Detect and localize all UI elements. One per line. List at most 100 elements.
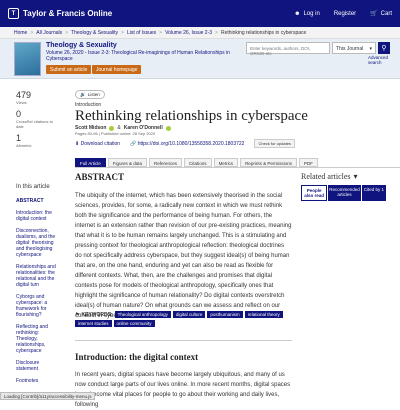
journal-homepage-button[interactable]: Journal homepage [92, 65, 142, 74]
keyword-tag[interactable]: internet studies [75, 320, 112, 327]
views-label: Views [16, 100, 27, 105]
breadcrumb-home[interactable]: Home [14, 30, 27, 36]
tab-figures[interactable]: Figures & data [107, 158, 148, 167]
keyword-tag[interactable]: posthumanism [207, 311, 243, 318]
article-metrics: 479 Views 0 CrossRef citations to date 1… [16, 90, 56, 152]
tag-icon: ⚑ [75, 311, 80, 318]
related-heading: Related articles ▾ [301, 172, 386, 181]
breadcrumb-separator: > [159, 29, 163, 36]
citation-row: ⬇ Download citation 🔗 https://doi.org/10… [75, 139, 295, 148]
download-citation-label: Download citation [80, 140, 121, 147]
chevron-down-icon: ▾ [369, 46, 372, 52]
toc-item[interactable]: Reflecting and rethinking: Theology, rel… [16, 324, 60, 354]
tab-full-article[interactable]: Full Article [75, 158, 106, 167]
tab-recommended[interactable]: Recommended articles [328, 185, 361, 201]
brand-mark-icon: T [8, 8, 19, 19]
search-scope-select[interactable]: This Journal ▾ [332, 42, 376, 54]
keyword-tag[interactable]: Theological anthropology [114, 311, 171, 318]
journal-cover-image[interactable] [14, 42, 41, 76]
tab-people-also-read[interactable]: People also read [301, 185, 328, 201]
crossref-count: 0 [16, 109, 22, 119]
breadcrumb-issues[interactable]: List of Issues [127, 30, 156, 36]
chevron-down-icon[interactable]: ▾ [354, 172, 358, 181]
search-input[interactable]: Enter keywords, authors, DOI, ORCID etc [246, 42, 330, 56]
breadcrumb: Home > All Journals > Theology & Sexuality… [0, 27, 400, 39]
article-body: ABSTRACT The ubiquity of the internet, w… [75, 172, 292, 321]
toc-title: In this article [16, 184, 50, 190]
submit-article-button[interactable]: Submit an article [46, 65, 92, 74]
views-count: 479 [16, 90, 32, 100]
search-scope-value: This Journal [336, 46, 364, 52]
listen-label: Listen [87, 92, 100, 97]
login-link[interactable]: ☻ Log in [294, 11, 320, 17]
download-citation-link[interactable]: ⬇ Download citation [75, 141, 120, 147]
browser-status-bar: Loading [Contrib]/a11y/accessibility-men… [0, 392, 96, 400]
keywords-label: KEYWORDS: [81, 311, 113, 318]
top-actions: ☻ Log in Register 🛒 Cart [294, 10, 392, 18]
doi-link[interactable]: 🔗 https://doi.org/10.1080/13558358.2020.… [130, 141, 244, 147]
cart-icon: 🛒 [370, 11, 378, 17]
tab-cited-by[interactable]: Cited by 1 [361, 185, 387, 201]
tab-reprints[interactable]: Reprints & Permissions [240, 158, 297, 167]
abstract-heading: ABSTRACT [75, 172, 125, 182]
advanced-search-link[interactable]: Advanced search [368, 55, 400, 65]
toc-item[interactable]: Disconnection, dualisms, and the digital… [16, 228, 60, 258]
cart-label: Cart [380, 10, 392, 17]
breadcrumb-journal[interactable]: Theology & Sexuality [71, 30, 118, 36]
breadcrumb-volume[interactable]: Volume 26, Issue 2-3 [165, 30, 212, 36]
toc-item[interactable]: Introduction: the digital context [16, 210, 60, 222]
breadcrumb-separator: > [121, 29, 124, 36]
tab-metrics[interactable]: Metrics [213, 158, 239, 167]
abstract-text: The ubiquity of the internet, which has … [75, 193, 292, 319]
keywords: ⚑ KEYWORDS: Theological anthropology dig… [75, 311, 292, 327]
tab-references[interactable]: References [149, 158, 183, 167]
tab-pdf[interactable]: PDF [298, 158, 318, 167]
cart-link[interactable]: 🛒 Cart [370, 10, 392, 18]
login-label: Log in [303, 10, 320, 17]
search-icon: ⚲ [381, 45, 387, 52]
search-button[interactable]: ⚲ [378, 42, 390, 54]
related-articles: Related articles ▾ People also read Reco… [301, 172, 387, 201]
breadcrumb-all-journals[interactable]: All Journals [36, 30, 62, 36]
related-heading-label: Related articles [301, 172, 351, 181]
keyword-tag[interactable]: digital culture [172, 311, 206, 318]
article-title: Rethinking relationships in cyberspace [75, 108, 308, 124]
toc-item[interactable]: Footnotes [16, 378, 60, 384]
toc-item[interactable]: Disclosure statement [16, 360, 60, 372]
toc-item[interactable]: Relationships and relationalities: the r… [16, 264, 60, 288]
tab-citations[interactable]: Citations [184, 158, 212, 167]
listen-button[interactable]: 🔊 Listen [75, 90, 105, 99]
in-this-article: In this article ABSTRACT Introduction: t… [16, 184, 60, 390]
toc-item-abstract[interactable]: ABSTRACT [16, 198, 60, 204]
breadcrumb-separator: > [30, 29, 34, 36]
breadcrumb-current: Rethinking relationships in cyberspace [220, 29, 307, 36]
toc-item[interactable]: Cyborgs and cyberspace: a framework for … [16, 294, 60, 318]
breadcrumb-separator: > [65, 29, 69, 36]
top-bar: T Taylor & Francis Online ☻ Log in Regis… [0, 0, 400, 27]
journal-header: Theology & Sexuality Volume 26, 2020 - I… [0, 39, 400, 79]
keyword-tag[interactable]: online community [113, 320, 155, 327]
brand-name: Taylor & Francis Online [23, 9, 113, 18]
section-divider [75, 340, 292, 341]
breadcrumb-separator: > [215, 29, 218, 36]
download-icon: ⬇ [75, 140, 80, 147]
orcid-icon[interactable] [109, 125, 115, 131]
check-updates-button[interactable]: Check for updates [254, 139, 295, 148]
section-text: In recent years, digital spaces have bec… [75, 372, 291, 408]
crossref-label: CrossRef citations to date [16, 119, 53, 129]
user-icon: ☻ [294, 10, 301, 17]
register-label: Register [333, 10, 357, 17]
register-link[interactable]: Register [334, 11, 356, 17]
keyword-tag[interactable]: relational theory [244, 311, 283, 318]
journal-issue[interactable]: Volume 26, 2020 - Issue 2-3: Theological… [46, 50, 236, 62]
orcid-icon[interactable] [165, 125, 171, 131]
altmetric-count: 1 [16, 133, 22, 143]
link-icon: 🔗 [130, 140, 137, 147]
related-tabs: People also read Recommended articles Ci… [301, 185, 387, 201]
brand-logo[interactable]: T Taylor & Francis Online [8, 8, 112, 19]
altmetric-label: Altmetric [16, 143, 32, 148]
journal-title[interactable]: Theology & Sexuality [46, 42, 117, 49]
article-pages: Pages 83-96 | Published online: 28 Sep 2… [75, 131, 156, 136]
section-heading: Introduction: the digital context [75, 352, 199, 362]
speaker-icon: 🔊 [80, 91, 86, 97]
